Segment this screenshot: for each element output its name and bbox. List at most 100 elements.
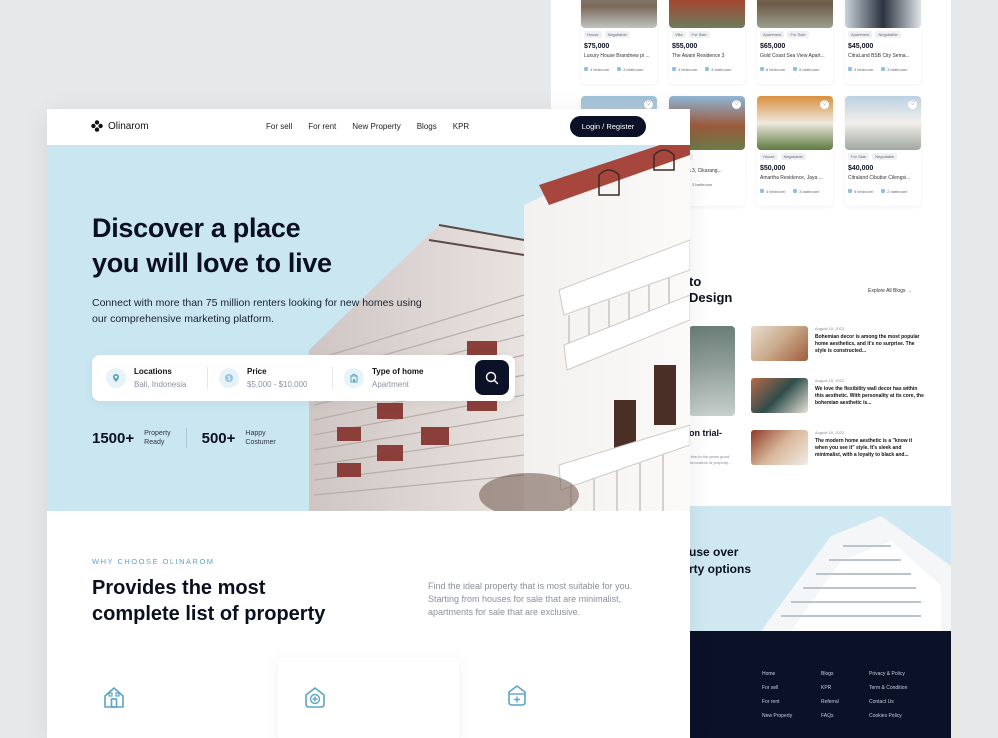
bedroom-count: 4 bedroom: [672, 67, 697, 72]
footer-link[interactable]: For rent: [762, 695, 792, 709]
property-price: $75,000: [584, 43, 610, 50]
price-label: Price: [247, 367, 267, 376]
bathroom-count: 3 bathroom: [617, 67, 643, 72]
location-label: Locations: [134, 367, 172, 376]
blog-excerpt: Bohemian decor is among the most popular…: [815, 334, 920, 354]
tag: House: [584, 31, 602, 38]
featured-blog-title[interactable]: on trial-: [689, 428, 722, 438]
flower-logo-icon: [91, 120, 103, 132]
bathroom-count: 4 bathroom: [705, 67, 731, 72]
footer-link[interactable]: For sell: [762, 681, 792, 695]
property-card[interactable]: Apartment For Sale $65,000 Gold Coast Sea…: [757, 0, 833, 84]
footer-link[interactable]: FAQs: [821, 709, 839, 723]
heart-icon[interactable]: ♡: [644, 100, 653, 109]
landing-page: Olinarom For sell For rent New Property …: [47, 109, 690, 738]
property-card[interactable]: House Negotiable $75,000 Luxury House Bra…: [581, 0, 657, 84]
blog-list-item[interactable]: August 15, 2022 Bohemian decor is among …: [751, 326, 931, 362]
brand-name: Olinarom: [108, 120, 149, 132]
bedroom-count: 5 bedroom: [848, 189, 873, 194]
price-field[interactable]: $ Price $5,000 - $10,000: [219, 364, 308, 392]
property-card[interactable]: ♡ House Negotiable $50,000 Amartha Reside…: [757, 96, 833, 206]
tag: For Sale: [688, 31, 710, 38]
property-card[interactable]: Villa For Sale $55,000 The Awani Residenc…: [669, 0, 745, 84]
property-price: $40,000: [848, 165, 874, 172]
property-photo: [581, 0, 657, 28]
home-type-label: Type of home: [372, 367, 424, 376]
footer-link[interactable]: Privacy & Policy: [869, 667, 907, 681]
footer-link[interactable]: Cookies Policy: [869, 709, 907, 723]
tag: For Sale: [787, 31, 809, 38]
footer-link[interactable]: New Property: [762, 709, 792, 723]
property-name: The Awani Residence 3: [672, 53, 725, 59]
tag: Villa: [672, 31, 686, 38]
building-icon: [344, 368, 364, 388]
tag: Negotiable: [780, 153, 806, 160]
footer-link[interactable]: Contact Us: [869, 695, 907, 709]
property-price: $55,000: [672, 43, 698, 50]
blog-list-item[interactable]: August 15, 2022 The modern home aestheti…: [751, 430, 931, 466]
property-card[interactable]: ♡ For Sale Negotiable $40,000 Citraland C…: [845, 96, 921, 206]
tag: For Sale: [848, 153, 870, 160]
tag: Negotiable: [604, 31, 630, 38]
property-card[interactable]: Apartment Negotiable $45,000 CitraLand BS…: [845, 0, 921, 84]
bag-plus-icon: [508, 685, 526, 706]
top-navbar: Olinarom For sell For rent New Property …: [47, 109, 690, 145]
location-pin-icon: [106, 368, 126, 388]
blog-section-title: to Design: [689, 274, 733, 305]
bedroom-count: 3 bedroom: [848, 67, 873, 72]
property-name: Amartha Residence, Jaya ...: [760, 175, 823, 181]
tag: House: [760, 153, 778, 160]
building-photo: [309, 145, 690, 511]
footer-link[interactable]: KPR: [821, 681, 839, 695]
promo-title: use over rty options: [689, 545, 751, 576]
footer-link[interactable]: Blogs: [821, 667, 839, 681]
login-register-button[interactable]: Login / Register: [570, 116, 646, 137]
footer-link[interactable]: Referral: [821, 695, 839, 709]
heart-icon[interactable]: ♡: [908, 100, 917, 109]
property-name: CitraLand BSB City Sema...: [848, 53, 910, 59]
blog-thumbnail: [751, 378, 808, 413]
divider: [207, 367, 208, 389]
featured-blog-desc: How to the years good decorators of prop…: [689, 454, 732, 465]
price-value: $5,000 - $10,000: [247, 380, 308, 389]
svg-text:$: $: [227, 375, 231, 382]
blog-excerpt: The modern home aesthetic is a "know it …: [815, 438, 913, 458]
stat-property-label: Property Ready: [144, 430, 171, 446]
hero-description: Connect with more than 75 million renter…: [92, 297, 422, 325]
search-button[interactable]: [475, 360, 509, 395]
footer-column-2: Blogs KPR Referral FAQs: [821, 667, 839, 723]
blog-list-item[interactable]: August 15, 2022 We love the flexibility …: [751, 378, 931, 414]
divider: [332, 367, 333, 389]
stat-divider: [185, 428, 187, 448]
blog-thumbnail: [751, 326, 808, 361]
coin-icon: $: [219, 368, 239, 388]
footer-column-1: Home For sell For rent New Property: [762, 667, 792, 723]
footer-link[interactable]: Term & Condition: [869, 681, 907, 695]
hero-title: Discover a place you will love to live: [92, 213, 332, 278]
featured-blog-image: [689, 326, 735, 416]
property-photo: [757, 0, 833, 28]
bedroom-count: 4 bedroom: [584, 67, 609, 72]
nav-new-property[interactable]: New Property: [352, 122, 400, 131]
section-eyebrow: WHY CHOOSE OLINAROM: [92, 557, 215, 566]
nav-for-rent[interactable]: For rent: [308, 122, 336, 131]
location-field[interactable]: Locations Bali, Indonesia: [106, 364, 186, 392]
blog-thumbnail: [751, 430, 808, 465]
nav-kpr[interactable]: KPR: [453, 122, 469, 131]
property-name: Luxury House Brandnew pi ...: [584, 53, 650, 59]
brand-logo[interactable]: Olinarom: [91, 120, 149, 132]
nav-for-sell[interactable]: For sell: [266, 122, 292, 131]
hero-stats: 1500+ Property Ready 500+ Happy Costumer: [92, 428, 276, 448]
tag: Negotiable: [872, 153, 898, 160]
blog-date: August 15, 2022: [815, 378, 845, 383]
blog-date: August 15, 2022: [815, 326, 845, 331]
tag: Negotiable: [875, 31, 901, 38]
explore-blogs-link[interactable]: Explore All Blogs →: [868, 288, 912, 294]
heart-icon[interactable]: ♡: [732, 100, 741, 109]
stat-customer-number: 500+: [201, 429, 236, 447]
footer-link[interactable]: Home: [762, 667, 792, 681]
heart-icon[interactable]: ♡: [820, 100, 829, 109]
property-search-bar: Locations Bali, Indonesia $ Price $5,000…: [92, 355, 515, 401]
nav-blogs[interactable]: Blogs: [417, 122, 437, 131]
home-type-field[interactable]: Type of home Apartment: [344, 364, 423, 392]
